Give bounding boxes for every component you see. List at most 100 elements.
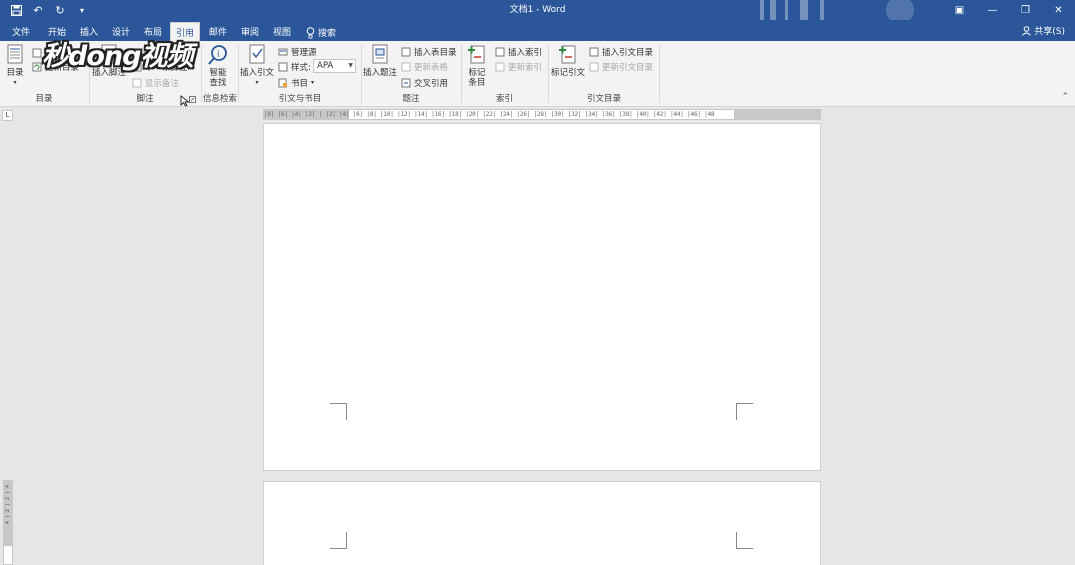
ruler-bar: L |8| |6| |4| |2| | |2| |4| |6| |8| |10|… <box>0 107 1075 123</box>
manage-sources-label: 管理源 <box>291 47 317 58</box>
group-label-captions: 题注 <box>402 94 420 104</box>
ruler-right-margin <box>734 110 820 119</box>
tell-me-search[interactable]: 搜索 <box>301 22 341 41</box>
word-window: ↶ ↻ ▾ 文档1 - Word ▣ — ❐ ✕ 文件 开始 插入 设计 布局 … <box>0 0 1075 565</box>
group-captions: 插入题注 插入表目录 更新表格 交叉引用 题注 <box>362 41 460 107</box>
vertical-ruler[interactable]: 4 | 2 | 2 | 4 <box>3 480 13 565</box>
insert-toa-icon <box>589 47 599 56</box>
update-index-icon <box>495 62 505 71</box>
insert-toa-label: 插入引文目录 <box>602 47 654 58</box>
manage-sources-button[interactable]: 管理源 <box>278 45 317 58</box>
update-toa-label: 更新引文目录 <box>602 62 654 73</box>
insert-caption-label: 插入题注 <box>363 68 398 78</box>
crop-mark-top-left <box>330 532 347 549</box>
title-bar: ↶ ↻ ▾ 文档1 - Word ▣ — ❐ ✕ <box>0 0 1075 24</box>
smart-lookup-icon: i <box>208 45 227 65</box>
update-table-button[interactable]: 更新表格 <box>401 60 448 73</box>
update-toa-button[interactable]: 更新引文目录 <box>589 60 653 73</box>
crop-mark-top-right <box>736 532 753 549</box>
ribbon-display-options-icon[interactable]: ▣ <box>943 0 976 20</box>
smart-lookup-button[interactable]: i 智能 查找 <box>207 44 229 88</box>
smart-lookup-label-2: 查找 <box>209 78 227 88</box>
tab-view[interactable]: 视图 <box>268 22 296 41</box>
update-table-label: 更新表格 <box>414 62 449 73</box>
table-of-contents-icon <box>7 44 23 64</box>
mark-citation-button[interactable]: 标记引文 <box>551 44 585 78</box>
manage-sources-icon <box>278 48 288 55</box>
restore-icon[interactable]: ❐ <box>1009 0 1042 20</box>
insert-tof-label: 插入表目录 <box>414 47 457 58</box>
insert-citation-button[interactable]: 插入引文 ▾ <box>240 44 274 88</box>
tab-review[interactable]: 审阅 <box>236 22 264 41</box>
window-controls: ▣ — ❐ ✕ <box>943 0 1075 20</box>
mark-citation-icon <box>559 45 576 64</box>
ruler-ticks: |8| |6| |4| |2| | |2| |4| |6| |8| |10| |… <box>264 111 715 118</box>
table-of-figures-icon <box>401 47 411 56</box>
mark-citation-label: 标记引文 <box>551 68 586 78</box>
mark-entry-button[interactable]: 标记 条目 <box>466 44 488 88</box>
group-label-research: 信息检索 <box>202 94 237 104</box>
document-page-2[interactable] <box>263 481 821 565</box>
insert-index-label: 插入索引 <box>508 47 543 58</box>
collapse-ribbon-icon[interactable]: ⌃ <box>1061 92 1069 102</box>
insert-caption-icon <box>372 44 388 64</box>
style-control: 样式: <box>278 60 311 73</box>
show-notes-label: 显示备注 <box>145 78 180 89</box>
update-table-icon <box>401 62 411 71</box>
tab-mailings[interactable]: 邮件 <box>204 22 232 41</box>
update-toa-icon <box>589 62 599 71</box>
insert-caption-button[interactable]: 插入题注 <box>363 44 397 78</box>
smart-lookup-label-1: 智能 <box>209 68 227 78</box>
crop-mark-bottom-right <box>736 403 753 420</box>
group-citations: 插入引文 ▾ 管理源 样式: APA ▼ 书目 ▾ 引文与书目 <box>239 41 361 107</box>
update-icon <box>32 62 42 71</box>
style-icon <box>278 62 288 71</box>
separator <box>659 45 660 103</box>
citation-style-value: APA <box>317 61 334 71</box>
mark-entry-label-1: 标记 <box>468 68 486 78</box>
insert-citation-icon <box>249 44 265 64</box>
group-research: i 智能 查找 信息检索 <box>202 41 238 107</box>
insert-citation-label: 插入引文 <box>240 68 275 78</box>
mark-entry-label-2: 条目 <box>468 78 486 88</box>
cross-reference-icon <box>401 78 411 87</box>
cross-reference-button[interactable]: 交叉引用 <box>401 76 448 89</box>
insert-index-button[interactable]: 插入索引 <box>495 45 542 58</box>
horizontal-ruler[interactable]: |8| |6| |4| |2| | |2| |4| |6| |8| |10| |… <box>263 109 821 120</box>
add-text-icon <box>32 48 42 57</box>
show-notes-icon <box>132 78 142 87</box>
window-title: 文档1 - Word <box>509 5 566 15</box>
svg-text:i: i <box>217 50 220 60</box>
update-index-label: 更新索引 <box>508 62 543 73</box>
bibliography-button[interactable]: 书目 ▾ <box>278 76 314 89</box>
toc-button[interactable]: 目录 ▾ <box>4 44 26 88</box>
style-label: 样式: <box>291 62 311 73</box>
tab-selector[interactable]: L <box>2 110 13 121</box>
toc-label: 目录 <box>6 68 24 78</box>
tab-file[interactable]: 文件 <box>7 22 35 41</box>
show-notes-button[interactable]: 显示备注 <box>132 76 179 89</box>
tell-me-label: 搜索 <box>318 29 337 39</box>
bibliography-label: 书目 <box>291 78 309 89</box>
lightbulb-icon <box>306 26 315 38</box>
citation-style-dropdown[interactable]: APA ▼ <box>313 59 356 73</box>
close-icon[interactable]: ✕ <box>1042 0 1075 20</box>
insert-table-of-figures-button[interactable]: 插入表目录 <box>401 45 457 58</box>
group-label-index: 索引 <box>495 94 513 104</box>
group-label-toa: 引文目录 <box>586 94 621 104</box>
chevron-down-icon: ▼ <box>348 62 353 69</box>
crop-mark-bottom-left <box>330 403 347 420</box>
mouse-cursor-icon <box>180 95 190 107</box>
share-button[interactable]: 共享(S) <box>1022 24 1065 37</box>
insert-index-icon <box>495 47 505 56</box>
update-index-button[interactable]: 更新索引 <box>495 60 542 73</box>
group-label-toc: 目录 <box>35 94 53 104</box>
dialog-launcher-icon[interactable] <box>189 96 196 103</box>
document-page-1[interactable] <box>263 123 821 471</box>
cross-reference-label: 交叉引用 <box>414 78 449 89</box>
bibliography-icon <box>278 78 287 87</box>
minimize-icon[interactable]: — <box>976 0 1009 20</box>
mark-entry-icon <box>468 45 485 64</box>
insert-toa-button[interactable]: 插入引文目录 <box>589 45 653 58</box>
video-watermark-logo: 秒dong视频 <box>42 41 193 72</box>
